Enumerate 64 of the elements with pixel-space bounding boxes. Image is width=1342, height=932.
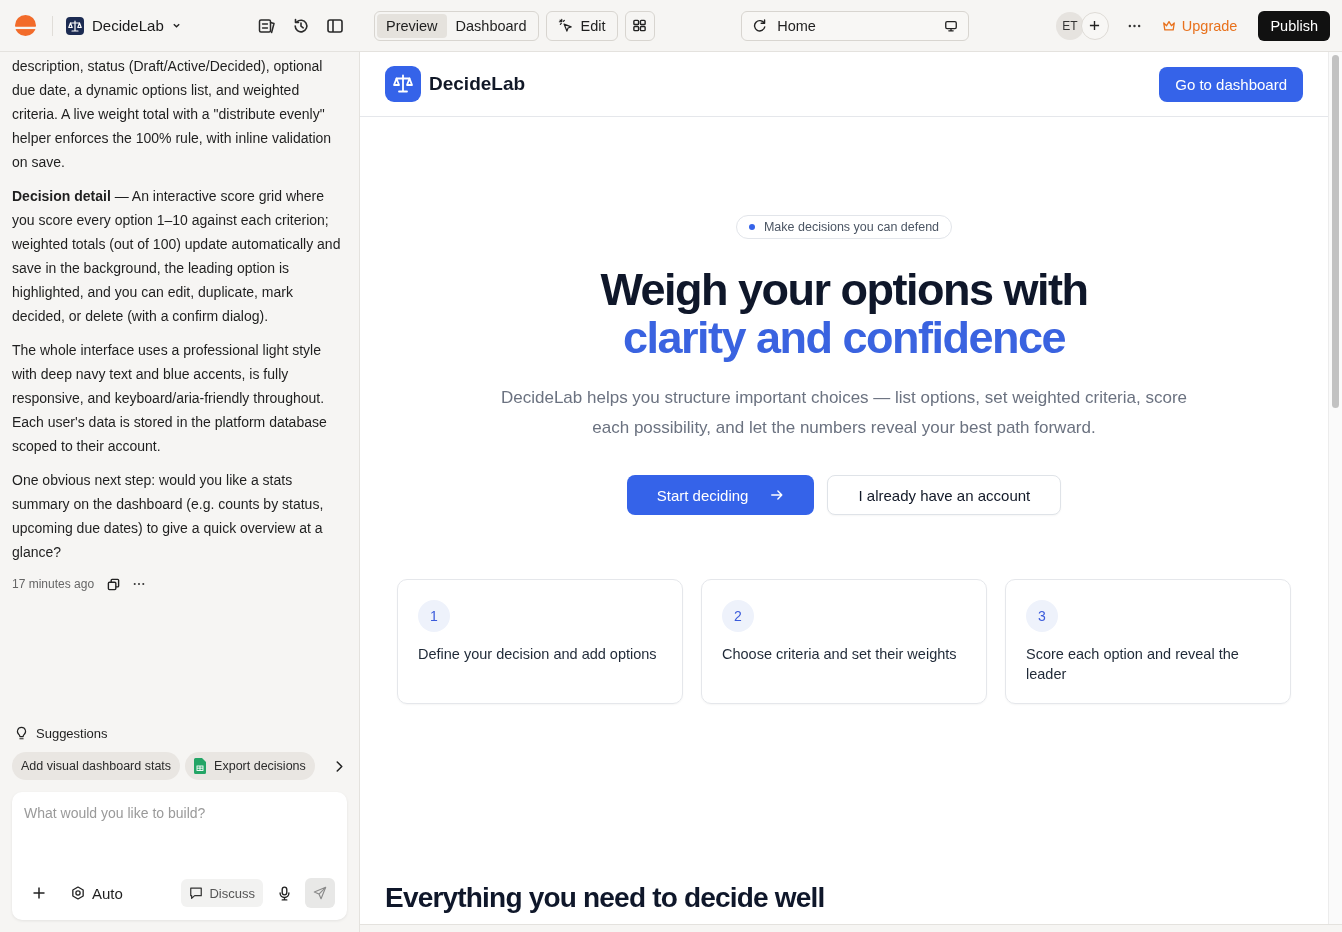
- suggestion-chip[interactable]: Export decisions: [185, 752, 315, 780]
- composer-box[interactable]: What would you like to build? Auto Discuss: [12, 792, 347, 920]
- step-number: 2: [722, 600, 754, 632]
- more-icon[interactable]: [1127, 23, 1141, 28]
- scales-icon[interactable]: [385, 66, 421, 102]
- message-paragraph: The whole interface uses a professional light style with deep navy text and blue accents, is fully responsive, and keyboard/aria-friendly throughout. Each user's data is stored in the platform database scoped to their account.: [12, 341, 328, 456]
- grid-icon: [632, 18, 647, 33]
- step-text: Choose criteria and set their weights: [722, 645, 958, 664]
- project-switcher[interactable]: DecideLab: [66, 16, 181, 35]
- layout-button[interactable]: [624, 10, 655, 41]
- prompt-field[interactable]: What would you like to build?: [24, 804, 335, 878]
- cursor-icon: [557, 18, 573, 33]
- step-text: Score each option and reveal the leader: [1026, 645, 1240, 684]
- hero-heading: Weigh your options with clarity and confidence: [600, 266, 1088, 362]
- message-paragraph: Decision detail — An interactive score grid where you score every option 1–10 against each criterion; weighted totals (out of 100) update automatically and save in the background, the leading option is highlighted, and you can edit, duplicate, mark decided, or delete (with a confirm dialog).: [12, 187, 342, 326]
- send-icon: [313, 886, 327, 900]
- timestamp: 17 minutes ago: [12, 577, 95, 591]
- message-paragraph: One obvious next step: would you like a stats summary on the dashboard (e.g. counts by status, upcoming due dates) to give a quick overview at a glance?: [12, 471, 325, 562]
- spreadsheet-icon: [194, 758, 207, 774]
- brand-name[interactable]: DecideLab: [429, 73, 526, 95]
- step-text: Define your decision and add options: [418, 645, 658, 664]
- hexagon-icon: [71, 886, 85, 900]
- address-field[interactable]: Home: [741, 10, 970, 41]
- microphone-icon[interactable]: [279, 885, 290, 901]
- more-icon[interactable]: [133, 582, 146, 586]
- caret-icon: [171, 21, 181, 30]
- publish-button[interactable]: Publish: [1258, 10, 1330, 41]
- chat-bubble-icon: [189, 886, 204, 900]
- send-button[interactable]: [305, 878, 335, 908]
- history-icon[interactable]: [292, 16, 310, 35]
- plus-icon[interactable]: [33, 887, 45, 899]
- panel-icon[interactable]: [326, 16, 344, 35]
- start-button[interactable]: Start deciding: [626, 475, 815, 515]
- view-tab[interactable]: Dashboard: [446, 13, 536, 38]
- scrollbar-thumb[interactable]: [1332, 55, 1339, 408]
- logo-icon[interactable]: [15, 15, 36, 36]
- user-avatar[interactable]: ET: [1055, 11, 1084, 40]
- refresh-icon[interactable]: [752, 18, 768, 33]
- suggestion-chip[interactable]: Add visual dashboard stats: [12, 752, 181, 780]
- lightbulb-icon: [15, 725, 28, 741]
- crown-icon: [1161, 18, 1176, 33]
- step-number: 3: [1026, 600, 1058, 632]
- dot-icon: [748, 224, 755, 230]
- tagline: Make decisions you can defend: [763, 220, 940, 234]
- scales-icon: [66, 16, 84, 35]
- sign-in-button[interactable]: I already have an account: [827, 475, 1062, 515]
- discuss-button[interactable]: Discuss: [181, 879, 263, 907]
- suggestions-label: Suggestions: [36, 725, 108, 741]
- view-tab[interactable]: Preview: [377, 13, 447, 38]
- copy-icon[interactable]: [107, 577, 121, 591]
- arrow-right-icon: [770, 488, 785, 502]
- cards-icon[interactable]: [258, 16, 276, 35]
- hero-subtitle: DecideLab helps you structure important choices — list options, set weighted criteria, score each possibility, and let the numbers reveal your best path forward.: [500, 387, 1188, 439]
- section-heading: Everything you need to decide well: [385, 881, 826, 915]
- invite-button[interactable]: [1080, 11, 1109, 40]
- step-number: 1: [418, 600, 450, 632]
- plus-icon: [1089, 20, 1101, 31]
- message-paragraph: description, status (Draft/Active/Decided), optional due date, a dynamic options list, and weighted criteria. A live weight total with a "distribute evenly" helper enforces the 100% rule, with inline validation on save.: [12, 57, 333, 172]
- monitor-icon[interactable]: [944, 18, 959, 33]
- edit-button[interactable]: Edit: [545, 10, 618, 41]
- page-name: Home: [777, 17, 817, 34]
- dashboard-button[interactable]: Go to dashboard: [1159, 66, 1303, 102]
- mode-selector[interactable]: Auto: [71, 884, 123, 902]
- chevron-right-icon[interactable]: [335, 759, 344, 773]
